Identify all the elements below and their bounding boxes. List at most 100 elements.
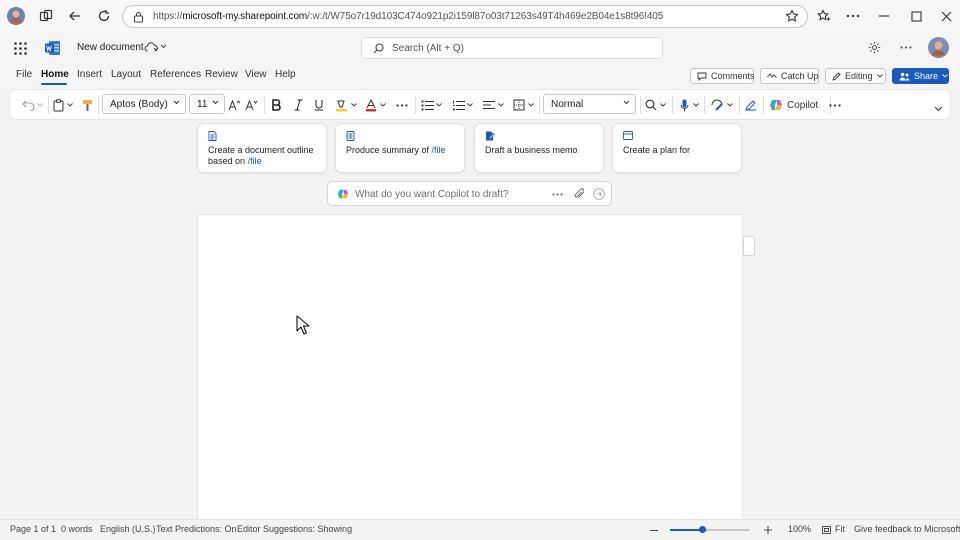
copilot-suggestion-card[interactable]: Produce summary of /file — [335, 123, 465, 173]
favorite-star-icon[interactable] — [785, 9, 799, 23]
search-box[interactable]: Search (Alt + Q) — [361, 37, 663, 59]
browser-menu-icon[interactable] — [843, 6, 863, 26]
tab-references[interactable]: References — [150, 69, 201, 80]
address-bar[interactable]: https://microsoft-my.sharepoint.com/:w:/… — [122, 5, 808, 28]
settings-gear-icon[interactable] — [868, 41, 881, 54]
editing-mode-button[interactable]: Editing — [825, 68, 886, 84]
workspaces-icon[interactable] — [36, 6, 56, 26]
more-options-icon[interactable] — [552, 193, 563, 196]
divider — [704, 96, 705, 114]
chevron-down-icon[interactable] — [527, 96, 535, 114]
browser-toolbar: https://microsoft-my.sharepoint.com/:w:/… — [0, 0, 960, 32]
copilot-suggestion-card[interactable]: Draft a business memo — [474, 123, 604, 173]
summary-document-icon — [346, 131, 355, 141]
tab-help[interactable]: Help — [275, 69, 296, 80]
chevron-down-icon[interactable] — [379, 96, 387, 114]
more-font-options-icon[interactable] — [395, 96, 409, 114]
shrink-font-icon[interactable] — [244, 96, 258, 114]
feedback-link[interactable]: Give feedback to Microsoft — [854, 524, 960, 534]
copilot-icon — [337, 188, 349, 200]
grow-font-icon[interactable] — [227, 96, 241, 114]
text-predictions-status[interactable]: Text Predictions: On — [156, 524, 237, 534]
zoom-percent[interactable]: 100% — [788, 524, 811, 534]
tab-file[interactable]: File — [16, 69, 32, 80]
chevron-down-icon[interactable] — [726, 96, 734, 114]
format-painter-icon[interactable] — [80, 96, 94, 114]
chevron-down-icon[interactable] — [466, 96, 474, 114]
chevron-down-icon[interactable] — [36, 96, 44, 114]
chevron-down-icon[interactable] — [160, 44, 167, 49]
highlight-icon[interactable] — [333, 96, 349, 114]
styles-select[interactable]: Normal — [543, 94, 636, 114]
font-size-select[interactable]: 11 — [189, 94, 225, 114]
dictate-icon[interactable] — [677, 96, 691, 114]
underline-icon[interactable] — [312, 96, 326, 114]
maximize-icon[interactable] — [906, 6, 926, 26]
font-name-select[interactable]: Aptos (Body) — [102, 94, 186, 114]
copilot-suggestion-card[interactable]: Create a document outline based on /file — [197, 123, 327, 173]
zoom-in-icon[interactable] — [764, 526, 772, 534]
undo-icon[interactable] — [20, 96, 36, 114]
copilot-suggestion-card[interactable]: Create a plan for — [612, 123, 742, 173]
refresh-icon[interactable] — [94, 6, 114, 26]
app-launcher-icon[interactable] — [14, 42, 27, 55]
borders-icon[interactable] — [512, 96, 526, 114]
tab-layout[interactable]: Layout — [111, 69, 141, 80]
divider — [640, 96, 641, 114]
side-pane-handle[interactable] — [743, 236, 755, 256]
document-title[interactable]: New document — [77, 42, 144, 53]
word-count[interactable]: 0 words — [61, 524, 93, 534]
bold-icon[interactable] — [269, 96, 283, 114]
more-commands-icon[interactable] — [828, 96, 842, 114]
back-icon[interactable] — [65, 6, 85, 26]
paste-icon[interactable] — [51, 96, 65, 114]
chevron-down-icon[interactable] — [435, 96, 443, 114]
fit-button[interactable]: Fit — [835, 524, 845, 534]
document-page[interactable] — [197, 214, 743, 534]
send-icon[interactable] — [593, 188, 605, 200]
align-icon[interactable] — [482, 96, 496, 114]
favorites-icon[interactable] — [814, 6, 834, 26]
numbering-icon[interactable] — [451, 96, 465, 114]
copilot-prompt-placeholder: What do you want Copilot to draft? — [355, 189, 509, 200]
language-status[interactable]: English (U.S.) — [100, 524, 156, 534]
chevron-down-icon[interactable] — [350, 96, 358, 114]
fit-icon[interactable] — [822, 526, 831, 534]
tab-home[interactable]: Home — [41, 69, 69, 80]
minimize-icon[interactable] — [874, 6, 894, 26]
copilot-icon — [769, 98, 783, 112]
ribbon-expand-chevron-icon[interactable] — [932, 100, 944, 118]
tab-view[interactable]: View — [245, 69, 267, 80]
bullets-icon[interactable] — [420, 96, 434, 114]
zoom-out-icon[interactable] — [650, 530, 658, 531]
zoom-slider[interactable] — [670, 526, 750, 533]
copilot-prompt-box[interactable]: What do you want Copilot to draft? — [327, 181, 612, 206]
attach-icon[interactable] — [574, 188, 584, 200]
editor-suggestions-status[interactable]: Editor Suggestions: Showing — [237, 524, 352, 534]
comments-button[interactable]: Comments — [690, 68, 755, 84]
close-icon[interactable] — [936, 6, 956, 26]
chevron-down-icon[interactable] — [66, 96, 74, 114]
font-color-icon[interactable] — [364, 96, 378, 114]
italic-icon[interactable] — [291, 96, 305, 114]
catch-up-button[interactable]: Catch Up — [760, 68, 819, 84]
tab-review[interactable]: Review — [205, 69, 238, 80]
word-logo-icon[interactable] — [45, 40, 61, 56]
zoom-slider-thumb[interactable] — [698, 526, 706, 533]
sensitivity-icon[interactable] — [710, 96, 724, 114]
chevron-down-icon[interactable] — [692, 96, 700, 114]
copilot-label: Copilot — [787, 99, 819, 111]
page-count[interactable]: Page 1 of 1 — [10, 524, 56, 534]
tab-insert[interactable]: Insert — [77, 69, 102, 80]
find-icon[interactable] — [644, 96, 658, 114]
autosave-status-icon[interactable] — [144, 41, 158, 54]
editor-icon[interactable] — [744, 96, 758, 114]
copilot-button[interactable]: Copilot — [769, 96, 827, 114]
style-value: Normal — [551, 98, 584, 110]
chevron-down-icon[interactable] — [659, 96, 667, 114]
more-options-icon[interactable] — [900, 46, 912, 49]
share-button[interactable]: Share — [892, 68, 949, 84]
account-avatar[interactable] — [928, 37, 949, 58]
profile-avatar[interactable] — [6, 6, 26, 26]
chevron-down-icon[interactable] — [497, 96, 505, 114]
